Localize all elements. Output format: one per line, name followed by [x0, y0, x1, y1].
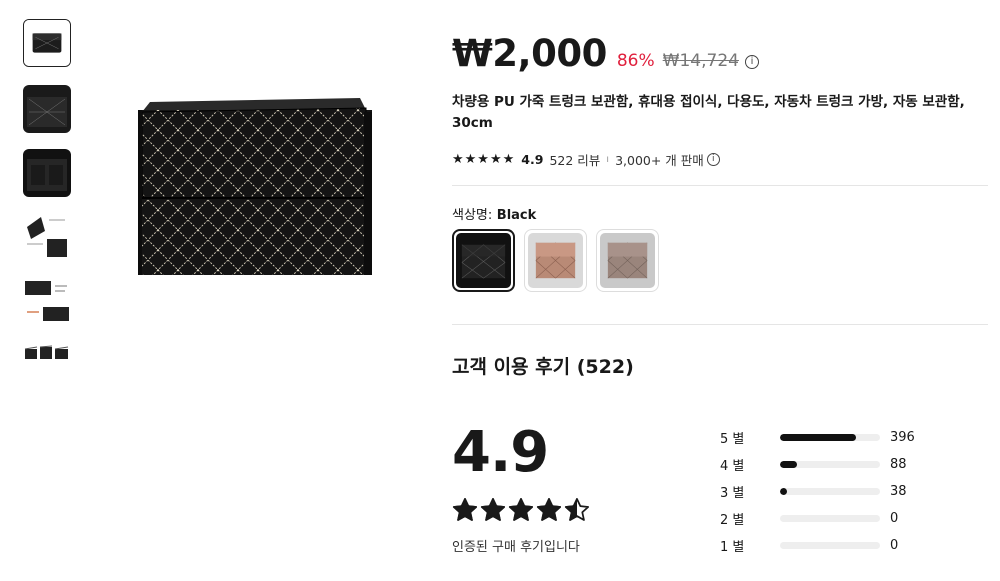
dist-count: 38 — [890, 483, 907, 499]
distribution-row-1: 1 별 0 — [720, 536, 950, 555]
verified-note: 인증된 구매 후기입니다 — [452, 540, 580, 555]
thumbnail-1[interactable] — [23, 19, 71, 67]
sale-price: ₩2,000 — [452, 32, 607, 75]
dist-bar-fill — [780, 487, 787, 495]
separator: ı — [606, 154, 610, 165]
color-selector-label: 색상명: Black — [452, 204, 536, 223]
dist-label: 4 별 — [720, 458, 745, 474]
dist-count: 0 — [890, 510, 899, 526]
swatch-coffee[interactable] — [596, 229, 659, 292]
product-info-panel: ₩2,000 86% ₩14,724 i 차량용 PU 가죽 트렁크 보관함, … — [452, 0, 992, 581]
star-icon — [508, 498, 534, 521]
rating-summary: ★★★★★ 4.9 522 리뷰 ı 3,000+ 개 판매 i — [452, 150, 720, 169]
thumbnail-5[interactable] — [23, 277, 71, 325]
sold-count: 3,000+ 개 판매 — [615, 153, 704, 168]
dist-count: 88 — [890, 456, 907, 472]
star-icon — [564, 498, 590, 521]
thumbnail-2[interactable] — [23, 85, 71, 133]
swatch-black[interactable] — [452, 229, 515, 292]
distribution-row-2: 2 별 0 — [720, 509, 950, 528]
thumbnail-4[interactable] — [23, 213, 71, 261]
dist-bar-fill — [780, 460, 797, 468]
dist-label: 2 별 — [720, 512, 745, 528]
dist-bar — [780, 487, 880, 495]
divider — [452, 324, 988, 325]
sold-info-icon[interactable]: i — [706, 153, 720, 166]
dist-label: 1 별 — [720, 539, 745, 555]
dist-count: 0 — [890, 537, 899, 553]
main-product-image — [128, 80, 384, 280]
color-swatches — [452, 229, 659, 292]
price-info-icon[interactable]: i — [744, 55, 759, 69]
swatch-brown[interactable] — [524, 229, 587, 292]
price-row: ₩2,000 86% ₩14,724 i — [452, 32, 759, 75]
average-stars — [452, 497, 590, 523]
original-price: ₩14,724 — [662, 51, 739, 71]
distribution-row-3: 3 별 38 — [720, 482, 950, 501]
dist-bar — [780, 460, 880, 468]
dist-label: 5 별 — [720, 431, 745, 447]
dist-label: 3 별 — [720, 485, 745, 501]
reviews-heading: 고객 이용 후기 (522) — [452, 356, 634, 378]
color-label-value: Black — [496, 208, 537, 223]
distribution-row-4: 4 별 88 — [720, 455, 950, 474]
review-count-link[interactable]: 522 리뷰 — [549, 150, 600, 169]
star-icon — [452, 498, 478, 521]
dist-bar — [780, 541, 880, 549]
dist-bar-fill — [780, 433, 856, 441]
rating-value: 4.9 — [521, 152, 544, 167]
thumbnail-6[interactable] — [23, 341, 71, 365]
average-rating: 4.9 — [452, 420, 549, 485]
dist-bar — [780, 514, 880, 522]
thumbnail-3[interactable] — [23, 149, 71, 197]
distribution-row-5: 5 별 396 — [720, 428, 950, 447]
divider — [452, 185, 988, 186]
color-label-key: 색상명: — [452, 208, 493, 223]
product-title: 차량용 PU 가죽 트렁크 보관함, 휴대용 접이식, 다용도, 자동차 트렁크… — [452, 94, 965, 131]
rating-stars-icon: ★★★★★ — [452, 152, 516, 167]
discount-rate: 86% — [616, 51, 655, 71]
dist-bar — [780, 433, 880, 441]
star-icon — [480, 498, 506, 521]
dist-count: 396 — [890, 429, 915, 445]
star-icon — [536, 498, 562, 521]
